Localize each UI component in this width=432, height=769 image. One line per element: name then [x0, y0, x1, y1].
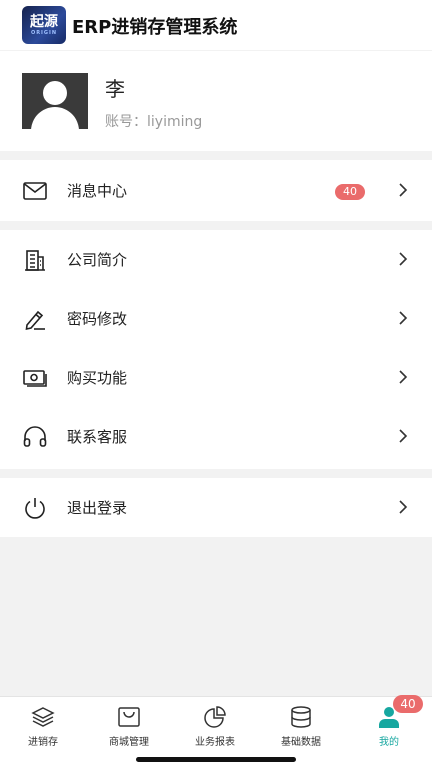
account-label: 账号： — [105, 114, 147, 130]
menu-item-password[interactable]: 密码修改 — [0, 289, 432, 348]
app-header: 起源 ORIGIN ERP进销存管理系统 — [0, 0, 432, 50]
menu-item-logout[interactable]: 退出登录 — [0, 478, 432, 537]
menu-label-messages: 消息中心 — [67, 182, 128, 200]
tab-mall[interactable]: 商城管理 — [86, 697, 172, 753]
menu-label-support: 联系客服 — [67, 428, 128, 446]
settings-section: 公司简介 密码修改 购买功能 联系客服 — [0, 230, 432, 469]
database-icon — [291, 706, 311, 728]
tab-label: 商城管理 — [109, 737, 149, 748]
menu-label-password: 密码修改 — [67, 310, 128, 328]
chevron-right-icon — [399, 183, 408, 197]
menu-label-purchase: 购买功能 — [67, 369, 128, 387]
power-icon — [25, 498, 45, 519]
logo-text: 起源 — [30, 13, 58, 30]
tab-reports[interactable]: 业务报表 — [172, 697, 258, 753]
chevron-right-icon — [399, 429, 408, 443]
edit-pen-icon — [25, 310, 45, 331]
tab-basic-data[interactable]: 基础数据 — [258, 697, 344, 753]
tab-label: 业务报表 — [195, 737, 235, 748]
shopping-bag-icon — [118, 707, 140, 727]
menu-item-support[interactable]: 联系客服 — [0, 407, 432, 466]
account-info: 账号：liyiming — [105, 111, 202, 131]
pie-chart-icon — [204, 706, 226, 728]
account-value: liyiming — [147, 114, 203, 130]
menu-label-logout: 退出登录 — [67, 499, 128, 517]
avatar[interactable] — [22, 73, 88, 129]
app-title: ERP进销存管理系统 — [72, 17, 238, 38]
chevron-right-icon — [399, 311, 408, 325]
cash-icon — [23, 370, 47, 387]
tab-label: 我的 — [379, 737, 399, 748]
tab-label: 进销存 — [28, 737, 58, 748]
messages-section: 消息中心 40 — [0, 160, 432, 221]
menu-item-company[interactable]: 公司简介 — [0, 230, 432, 289]
user-name: 李 — [105, 77, 125, 101]
chevron-right-icon — [399, 500, 408, 514]
app-logo: 起源 ORIGIN — [22, 6, 66, 44]
logo-subtext: ORIGIN — [30, 29, 58, 36]
menu-item-messages[interactable]: 消息中心 40 — [0, 161, 432, 220]
logout-section: 退出登录 — [0, 478, 432, 537]
menu-label-company: 公司简介 — [67, 251, 128, 269]
chevron-right-icon — [399, 370, 408, 384]
headset-icon — [23, 426, 47, 447]
building-icon — [25, 250, 45, 271]
profile-card[interactable]: 李 账号：liyiming — [0, 51, 432, 151]
home-indicator[interactable] — [136, 757, 296, 762]
tab-inventory[interactable]: 进销存 — [0, 697, 86, 753]
messages-badge: 40 — [335, 184, 365, 200]
chevron-right-icon — [399, 252, 408, 266]
tab-label: 基础数据 — [281, 737, 321, 748]
layers-icon — [31, 707, 55, 727]
menu-item-purchase[interactable]: 购买功能 — [0, 348, 432, 407]
tab-mine-badge: 40 — [393, 695, 423, 713]
mail-icon — [23, 182, 47, 200]
